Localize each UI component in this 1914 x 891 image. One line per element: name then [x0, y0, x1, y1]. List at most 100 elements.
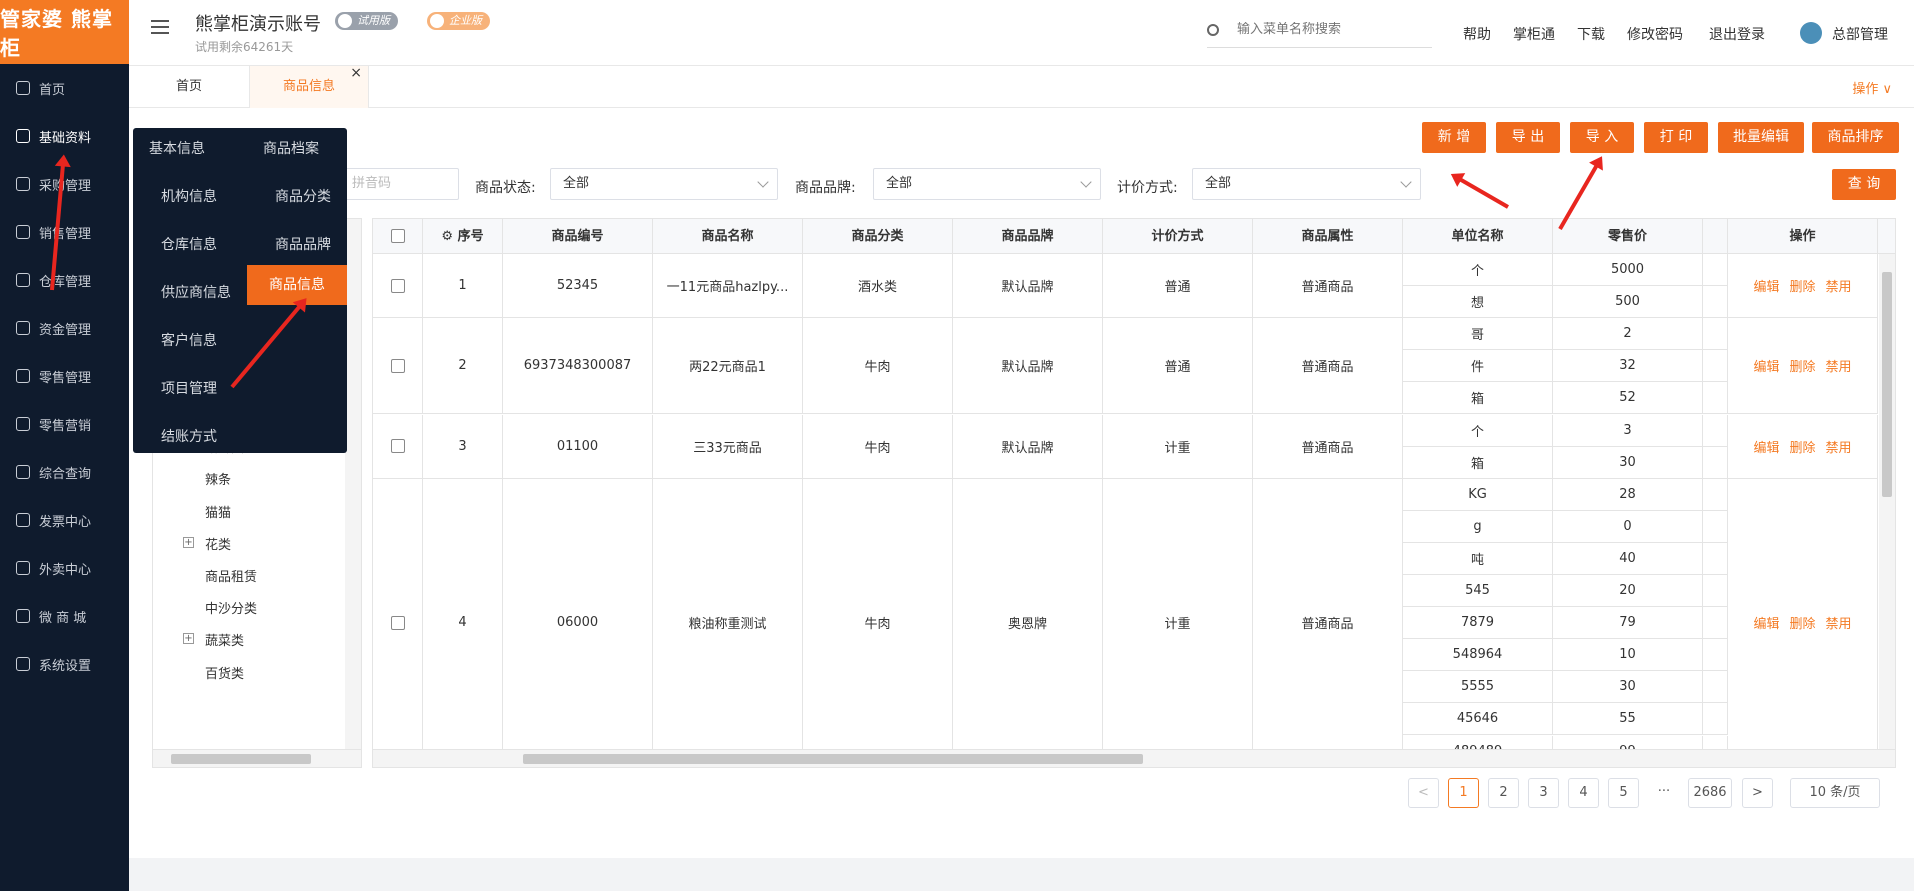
- spacer-cell: [1703, 350, 1728, 383]
- tab-bar: 首页 商品信息 × 操作 ∨: [129, 65, 1914, 108]
- change-password-link[interactable]: 修改密码: [1627, 24, 1683, 44]
- user-name[interactable]: 总部管理: [1832, 24, 1888, 44]
- tree-node[interactable]: 蔬菜类: [205, 630, 244, 649]
- chevron-down-icon: [757, 176, 769, 188]
- sidebar-item[interactable]: 微 商 城: [0, 592, 129, 640]
- submenu-item[interactable]: 客户信息: [161, 330, 217, 350]
- add-button[interactable]: 新 增: [1422, 122, 1486, 153]
- sidebar-item[interactable]: 零售管理: [0, 352, 129, 400]
- page-button[interactable]: 3: [1528, 778, 1559, 808]
- submenu-item[interactable]: 商品分类: [275, 186, 331, 206]
- submenu-item[interactable]: 项目管理: [161, 378, 217, 398]
- batch-edit-button[interactable]: 批量编辑: [1718, 122, 1804, 153]
- tree-node[interactable]: 中沙分类: [205, 598, 257, 617]
- table-horizontal-scrollbar[interactable]: [373, 749, 1895, 767]
- sidebar-item[interactable]: 仓库管理: [0, 256, 129, 304]
- disable-link[interactable]: 禁用: [1826, 613, 1852, 632]
- disable-link[interactable]: 禁用: [1826, 356, 1852, 375]
- close-icon[interactable]: ×: [350, 52, 362, 94]
- sidebar-item[interactable]: 综合查询: [0, 448, 129, 496]
- zhanggui-link[interactable]: 掌柜通: [1513, 24, 1555, 44]
- select-all-checkbox[interactable]: [390, 229, 405, 243]
- edit-link[interactable]: 编辑: [1753, 276, 1779, 295]
- prev-page-button[interactable]: <: [1408, 778, 1439, 808]
- edit-link[interactable]: 编辑: [1753, 356, 1779, 375]
- page-ellipsis[interactable]: ···: [1648, 778, 1680, 808]
- row-cat: 牛肉: [803, 318, 953, 415]
- page-button[interactable]: 5: [1608, 778, 1639, 808]
- table-vertical-scrollbar[interactable]: [1879, 254, 1895, 751]
- help-link[interactable]: 帮助: [1463, 24, 1491, 44]
- row-checkbox[interactable]: [390, 278, 405, 293]
- tree-node[interactable]: 花类: [205, 534, 231, 553]
- page-button[interactable]: 4: [1568, 778, 1599, 808]
- sidebar-item[interactable]: 销售管理: [0, 208, 129, 256]
- tree-node[interactable]: 猫猫: [205, 502, 231, 521]
- delete-link[interactable]: 删除: [1789, 356, 1815, 375]
- download-link[interactable]: 下载: [1577, 24, 1605, 44]
- avatar[interactable]: [1800, 22, 1822, 44]
- tree-node[interactable]: 商品租赁: [205, 566, 257, 585]
- edit-link[interactable]: 编辑: [1753, 437, 1779, 456]
- delete-link[interactable]: 删除: [1789, 437, 1815, 456]
- sidebar-item[interactable]: 系统设置: [0, 640, 129, 688]
- status-select[interactable]: 全部: [550, 168, 778, 200]
- submenu-item[interactable]: 仓库信息: [161, 234, 217, 254]
- edit-link[interactable]: 编辑: [1753, 613, 1779, 632]
- retail-price: 55: [1553, 703, 1703, 736]
- submenu-item[interactable]: 商品品牌: [275, 234, 331, 254]
- page-size-select[interactable]: 10 条/页: [1790, 778, 1880, 808]
- search-input[interactable]: [1237, 22, 1427, 37]
- top-header: 熊掌柜演示账号 试用剩余64261天 试用版 企业版 帮助 掌柜通 下载 修改密…: [129, 0, 1914, 66]
- settings-icon[interactable]: ⚙: [441, 229, 457, 244]
- row-checkbox[interactable]: [390, 358, 405, 373]
- code-filter-input[interactable]: 拼音码: [339, 168, 459, 200]
- query-button[interactable]: 查 询: [1832, 169, 1896, 200]
- delete-link[interactable]: 删除: [1789, 613, 1815, 632]
- unit-name: 545: [1403, 575, 1553, 608]
- sidebar-item[interactable]: 发票中心: [0, 496, 129, 544]
- menu-toggle-icon[interactable]: [151, 20, 169, 36]
- spacer-cell: [1703, 671, 1728, 704]
- expand-icon[interactable]: +: [183, 536, 194, 548]
- sidebar-item[interactable]: 首页: [0, 64, 129, 112]
- retail-price: 0: [1553, 510, 1703, 543]
- last-page-button[interactable]: 2686: [1688, 778, 1732, 808]
- row-checkbox[interactable]: [390, 439, 405, 454]
- submenu-item[interactable]: 结账方式: [161, 426, 217, 446]
- page-button[interactable]: 1: [1448, 778, 1479, 808]
- export-button[interactable]: 导 出: [1496, 122, 1560, 153]
- expand-icon[interactable]: +: [183, 633, 194, 645]
- tree-horizontal-scrollbar[interactable]: [153, 749, 361, 767]
- brand-select[interactable]: 全部: [873, 168, 1101, 200]
- tree-node[interactable]: 百货类: [205, 663, 244, 682]
- submenu-item[interactable]: 机构信息: [161, 186, 217, 206]
- tree-vertical-scrollbar[interactable]: [345, 219, 361, 751]
- unit-name: KG: [1403, 478, 1553, 511]
- submenu-item: 商品档案: [263, 141, 319, 157]
- sort-button[interactable]: 商品排序: [1812, 122, 1899, 153]
- disable-link[interactable]: 禁用: [1826, 276, 1852, 295]
- tree-node[interactable]: 辣条: [205, 469, 231, 488]
- operations-menu[interactable]: 操作 ∨: [1852, 78, 1892, 97]
- sidebar-item[interactable]: 基础资料: [0, 112, 129, 160]
- row-checkbox[interactable]: [390, 615, 405, 630]
- sidebar-item[interactable]: 零售营销: [0, 400, 129, 448]
- disable-link[interactable]: 禁用: [1826, 437, 1852, 456]
- sidebar-item[interactable]: 外卖中心: [0, 544, 129, 592]
- spacer-cell: [1703, 286, 1728, 319]
- pricing-select[interactable]: 全部: [1192, 168, 1421, 200]
- next-page-button[interactable]: >: [1742, 778, 1773, 808]
- print-button[interactable]: 打 印: [1644, 122, 1708, 153]
- delete-link[interactable]: 删除: [1789, 276, 1815, 295]
- submenu-item[interactable]: 供应商信息: [161, 282, 231, 302]
- chevron-down-icon: [1080, 176, 1092, 188]
- sidebar-item[interactable]: 资金管理: [0, 304, 129, 352]
- sidebar-item-label: 首页: [39, 82, 66, 98]
- tab-product-info[interactable]: 商品信息 ×: [249, 65, 369, 108]
- menu-search[interactable]: [1207, 20, 1432, 48]
- import-button[interactable]: 导 入: [1570, 122, 1634, 153]
- tab-home[interactable]: 首页: [129, 66, 249, 108]
- page-button[interactable]: 2: [1488, 778, 1519, 808]
- logout-link[interactable]: 退出登录: [1709, 24, 1765, 44]
